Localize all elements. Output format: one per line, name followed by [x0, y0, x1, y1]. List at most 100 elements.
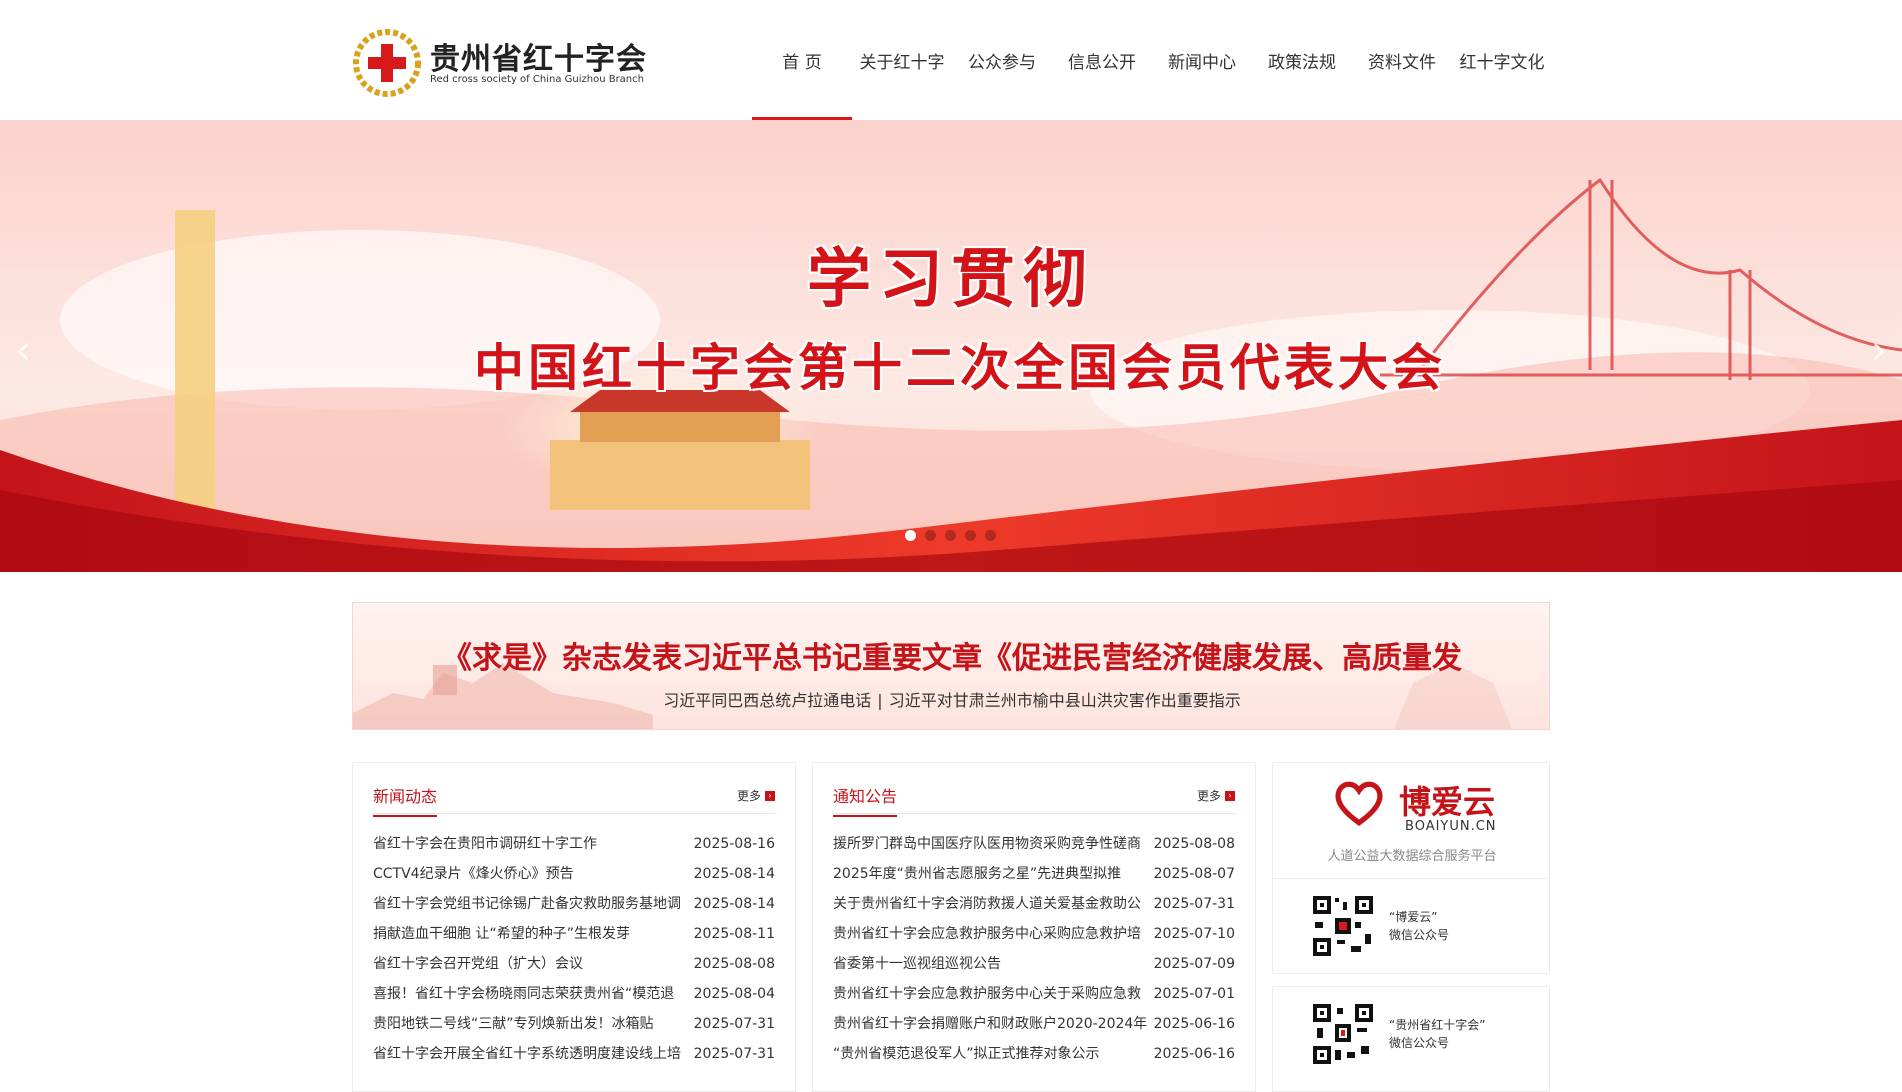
nav-info-disclosure[interactable]: 信息公开 — [1052, 0, 1152, 120]
notices-panel: 通知公告 更多 › 援所罗门群岛中国医疗队医用物资采购竞争性磋商 2025-08-… — [812, 762, 1256, 1092]
headline-separator: | — [877, 691, 883, 710]
chevron-right-icon: › — [1225, 790, 1235, 801]
list-item-date: 2025-08-08 — [693, 956, 775, 972]
list-item[interactable]: “贵州省模范退役军人”拟正式推荐对象公示 2025-06-16 — [833, 1039, 1235, 1069]
list-item-date: 2025-08-08 — [1153, 836, 1235, 852]
headline-strip: 《求是》杂志发表习近平总书记重要文章《促进民营经济健康发展、高质量发 习近平同巴… — [352, 602, 1550, 730]
list-item-date: 2025-08-14 — [693, 896, 775, 912]
list-item-title: 贵阳地铁二号线“三献”专列焕新出发！冰箱贴 — [373, 1016, 654, 1032]
nav-home[interactable]: 首 页 — [752, 0, 852, 120]
news-panel-header: 新闻动态 更多 › — [373, 777, 775, 817]
headline-title[interactable]: 《求是》杂志发表习近平总书记重要文章《促进民营经济健康发展、高质量发 — [353, 633, 1549, 677]
list-item[interactable]: 关于贵州省红十字会消防救援人道关爱基金救助公 2025-07-31 — [833, 889, 1235, 919]
list-item[interactable]: 贵州省红十字会应急救护服务中心采购应急救护培 2025-07-10 — [833, 919, 1235, 949]
boaiyun-domain: BOAIYUN.CN — [1405, 819, 1497, 834]
notices-more-link[interactable]: 更多 › — [1197, 787, 1235, 804]
hero-banner[interactable]: 学习贯彻 中国红十字会第十二次全国会员代表大会 ‹ › — [0, 120, 1902, 572]
list-item[interactable]: 捐献造血干细胞 让“希望的种子”生根发芽 2025-08-11 — [373, 919, 775, 949]
list-item-title: 省红十字会召开党组（扩大）会议 — [373, 956, 583, 972]
logo-title: 贵州省红十字会 — [430, 42, 647, 77]
news-more-link[interactable]: 更多 › — [737, 787, 775, 804]
banner-dot[interactable] — [925, 530, 936, 541]
list-item-title: 省红十字会开展全省红十字系统透明度建设线上培 — [373, 1046, 681, 1062]
more-label: 更多 — [1196, 789, 1221, 803]
list-item-date: 2025-07-01 — [1153, 986, 1235, 1002]
list-item-date: 2025-06-16 — [1153, 1016, 1235, 1032]
list-item[interactable]: 省红十字会在贵阳市调研红十字工作 2025-08-16 — [373, 829, 775, 859]
list-item-title: 捐献造血干细胞 让“希望的种子”生根发芽 — [373, 926, 630, 942]
list-item-date: 2025-08-16 — [693, 836, 775, 852]
banner-pagination — [905, 530, 996, 541]
list-item-date: 2025-08-11 — [693, 926, 775, 942]
list-item-title: 援所罗门群岛中国医疗队医用物资采购竞争性磋商 — [833, 836, 1141, 852]
news-panel-title[interactable]: 新闻动态 — [373, 783, 438, 817]
banner-dot[interactable] — [965, 530, 976, 541]
list-item[interactable]: 省红十字会召开党组（扩大）会议 2025-08-08 — [373, 949, 775, 979]
list-item[interactable]: 省红十字会开展全省红十字系统透明度建设线上培 2025-07-31 — [373, 1039, 775, 1069]
boaiyun-card[interactable]: 博爱云 BOAIYUN.CN 人道公益大数据综合服务平台 “博爱云” 微信公众号 — [1272, 762, 1550, 974]
main-nav: 首 页 关于红十字 公众参与 信息公开 新闻中心 政策法规 资料文件 红十字文化 — [752, 0, 1552, 120]
divider — [1273, 878, 1549, 879]
list-item[interactable]: 贵州省红十字会捐赠账户和财政账户2020-2024年 2025-06-16 — [833, 1009, 1235, 1039]
list-item[interactable]: 省红十字会党组书记徐锡广赴备灾救助服务基地调 2025-08-14 — [373, 889, 775, 919]
list-item-date: 2025-08-04 — [693, 986, 775, 1002]
list-item-date: 2025-06-16 — [1153, 1046, 1235, 1062]
qr-code-icon — [1311, 894, 1375, 958]
list-item-date: 2025-08-14 — [693, 866, 775, 882]
more-label: 更多 — [736, 789, 761, 803]
qr-caption-line: 微信公众号 — [1389, 1036, 1450, 1050]
list-item[interactable]: 省委第十一巡视组巡视公告 2025-07-09 — [833, 949, 1235, 979]
list-item[interactable]: 2025年度“贵州省志愿服务之星”先进典型拟推 2025-08-07 — [833, 859, 1235, 889]
qr-code-icon — [1311, 1002, 1375, 1066]
qr-caption-line: “贵州省红十字会” — [1389, 1018, 1486, 1032]
headline-link[interactable]: 习近平对甘肃兰州市榆中县山洪灾害作出重要指示 — [889, 691, 1241, 710]
qr-caption: “贵州省红十字会” 微信公众号 — [1389, 1016, 1485, 1052]
list-item[interactable]: 喜报！省红十字会杨晓雨同志荣获贵州省“模范退 2025-08-04 — [373, 979, 775, 1009]
list-item-title: 贵州省红十字会应急救护服务中心采购应急救护培 — [833, 926, 1141, 942]
news-panel: 新闻动态 更多 › 省红十字会在贵阳市调研红十字工作 2025-08-16 CCT… — [352, 762, 796, 1092]
banner-dot[interactable] — [985, 530, 996, 541]
list-item-title: 贵州省红十字会应急救护服务中心关于采购应急救 — [833, 986, 1141, 1002]
nav-documents[interactable]: 资料文件 — [1352, 0, 1452, 120]
qr-row-guizhou: “贵州省红十字会” 微信公众号 — [1311, 1001, 1485, 1067]
boaiyun-name: 博爱云 — [1399, 783, 1496, 821]
list-item-date: 2025-07-31 — [1153, 896, 1235, 912]
nav-news-center[interactable]: 新闻中心 — [1152, 0, 1252, 120]
list-item[interactable]: CCTV4纪录片《烽火侨心》预告 2025-08-14 — [373, 859, 775, 889]
list-item-title: 关于贵州省红十字会消防救援人道关爱基金救助公 — [833, 896, 1141, 912]
boaiyun-tagline: 人道公益大数据综合服务平台 — [1327, 849, 1497, 864]
banner-dot[interactable] — [905, 530, 916, 541]
list-item-title: 2025年度“贵州省志愿服务之星”先进典型拟推 — [833, 866, 1122, 882]
list-item-date: 2025-08-07 — [1153, 866, 1235, 882]
nav-about[interactable]: 关于红十字 — [852, 0, 952, 120]
site-logo[interactable]: 贵州省红十字会 Red cross society of China Guizh… — [352, 28, 646, 98]
nav-policy[interactable]: 政策法规 — [1252, 0, 1352, 120]
list-item-date: 2025-07-31 — [693, 1046, 775, 1062]
site-header: 贵州省红十字会 Red cross society of China Guizh… — [0, 0, 1902, 120]
list-item[interactable]: 贵阳地铁二号线“三献”专列焕新出发！冰箱贴 2025-07-31 — [373, 1009, 775, 1039]
list-item-date: 2025-07-09 — [1153, 956, 1235, 972]
banner-prev-arrow-icon[interactable]: ‹ — [8, 325, 38, 375]
red-cross-emblem-icon — [353, 29, 421, 97]
list-item-title: 省红十字会在贵阳市调研红十字工作 — [373, 836, 597, 852]
headline-link[interactable]: 习近平同巴西总统卢拉通电话 — [663, 691, 871, 710]
logo-subtitle: Red cross society of China Guizhou Branc… — [430, 74, 644, 85]
notices-list: 援所罗门群岛中国医疗队医用物资采购竞争性磋商 2025-08-08 2025年度“… — [833, 829, 1235, 1069]
banner-next-arrow-icon[interactable]: › — [1864, 325, 1894, 375]
notices-panel-header: 通知公告 更多 › — [833, 777, 1235, 817]
wechat-qr-card: “贵州省红十字会” 微信公众号 — [1272, 986, 1550, 1092]
list-item-date: 2025-07-31 — [693, 1016, 775, 1032]
list-item-title: 省红十字会党组书记徐锡广赴备灾救助服务基地调 — [373, 896, 681, 912]
nav-culture[interactable]: 红十字文化 — [1452, 0, 1552, 120]
notices-panel-title[interactable]: 通知公告 — [833, 783, 898, 817]
list-item[interactable]: 援所罗门群岛中国医疗队医用物资采购竞争性磋商 2025-08-08 — [833, 829, 1235, 859]
qr-caption: “博爱云” 微信公众号 — [1389, 908, 1449, 944]
banner-dot[interactable] — [945, 530, 956, 541]
banner-title-main: 学习贯彻 — [807, 242, 1095, 317]
qr-row-boaiyun: “博爱云” 微信公众号 — [1311, 893, 1449, 959]
list-item[interactable]: 贵州省红十字会应急救护服务中心关于采购应急救 2025-07-01 — [833, 979, 1235, 1009]
news-list: 省红十字会在贵阳市调研红十字工作 2025-08-16 CCTV4纪录片《烽火侨心… — [373, 829, 775, 1069]
banner-title-sub: 中国红十字会第十二次全国会员代表大会 — [474, 338, 1446, 397]
nav-public-participation[interactable]: 公众参与 — [952, 0, 1052, 120]
qr-caption-line: “博爱云” — [1389, 910, 1438, 924]
